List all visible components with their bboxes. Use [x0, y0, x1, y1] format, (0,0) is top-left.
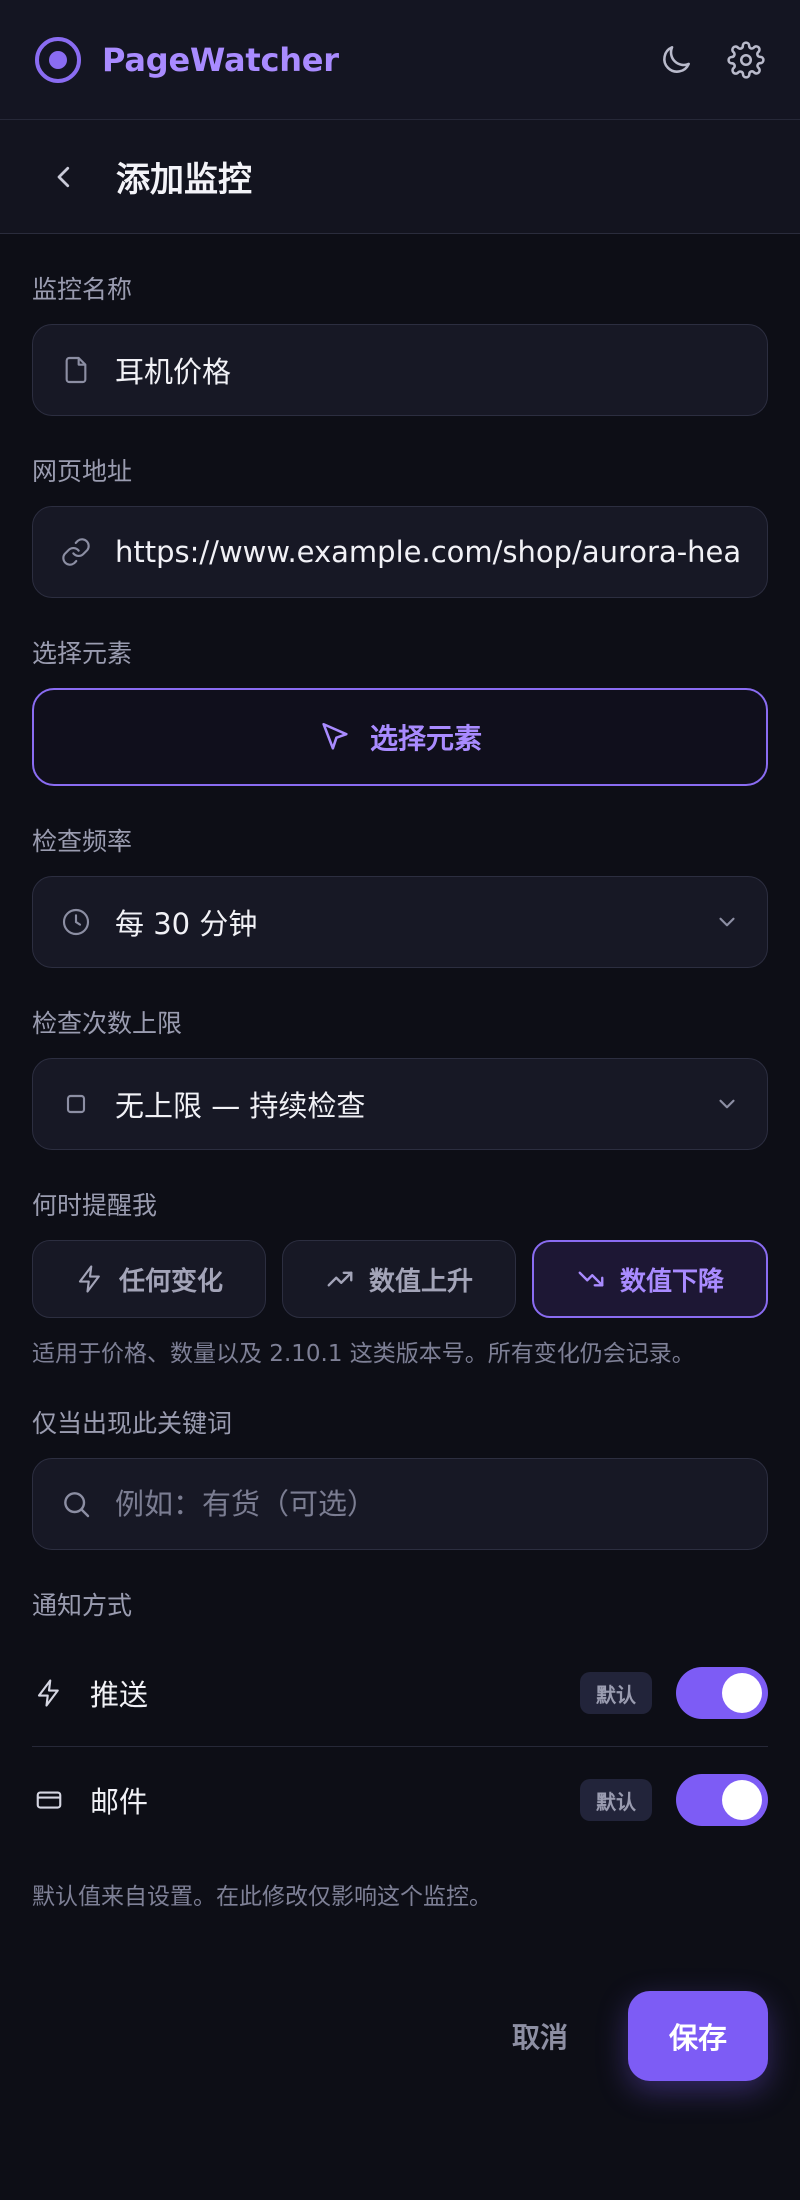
page-title: 添加监控: [116, 160, 252, 200]
theme-toggle-button[interactable]: [654, 38, 698, 82]
alert-hint: 适用于价格、数量以及 2.10.1 这类版本号。所有变化仍会记录。: [32, 1341, 695, 1367]
select-element-label: 选择元素: [369, 722, 482, 755]
select-element-button[interactable]: 选择元素: [32, 688, 768, 786]
alert-segmented-control: 任何变化 数值上升 数值下降: [32, 1240, 768, 1318]
frequency-select[interactable]: 每 30 分钟: [32, 876, 768, 968]
square-icon: [59, 1087, 93, 1121]
title-bar: 添加监控: [0, 120, 800, 234]
chevron-down-icon: [713, 908, 741, 936]
save-button[interactable]: 保存: [628, 1991, 768, 2081]
cancel-button[interactable]: 取消: [488, 1996, 592, 2076]
bolt-icon: [32, 1676, 66, 1710]
keyword-label: 仅当出现此关键词: [32, 1409, 233, 1438]
alert-option-label: 任何变化: [118, 1266, 223, 1297]
alert-label: 何时提醒我: [32, 1191, 158, 1220]
clock-icon: [59, 905, 93, 939]
trend-up-icon: [327, 1271, 353, 1287]
alert-option-decrease[interactable]: 数值下降: [532, 1240, 768, 1318]
notify-push-label: 推送: [90, 1678, 149, 1712]
app-root: PageWatcher 添加监控 监控名称 耳机价格 网页地址 https://…: [0, 0, 800, 2200]
default-badge: 默认: [580, 1779, 652, 1821]
element-label: 选择元素: [32, 639, 133, 668]
notify-email-label: 邮件: [90, 1785, 149, 1819]
keyword-field[interactable]: [32, 1458, 768, 1550]
back-button[interactable]: [40, 153, 88, 201]
url-label: 网页地址: [32, 457, 133, 486]
keyword-input[interactable]: [115, 1487, 741, 1521]
bolt-icon: [78, 1265, 100, 1293]
email-toggle[interactable]: [676, 1774, 768, 1826]
trend-down-icon: [578, 1271, 604, 1287]
chevron-down-icon: [713, 1090, 741, 1118]
settings-button[interactable]: [724, 38, 768, 82]
notify-row-push: 推送 默认: [32, 1640, 768, 1746]
alert-option-label: 数值上升: [368, 1266, 473, 1297]
alert-option-any-change[interactable]: 任何变化: [32, 1240, 266, 1318]
top-actions: [654, 38, 768, 82]
form-actions: 取消 保存: [32, 1991, 768, 2081]
frequency-value: 每 30 分钟: [115, 907, 258, 941]
notify-label: 通知方式: [32, 1591, 133, 1620]
gear-icon: [727, 40, 765, 79]
alert-option-label: 数值下降: [619, 1266, 724, 1297]
cursor-icon: [322, 722, 348, 750]
name-value: 耳机价格: [115, 355, 232, 389]
top-bar: PageWatcher: [0, 0, 800, 120]
default-badge: 默认: [580, 1672, 652, 1714]
notify-row-email: 邮件 默认: [32, 1747, 768, 1853]
moon-icon: [663, 45, 690, 73]
name-field[interactable]: 耳机价格: [32, 324, 768, 416]
frequency-label: 检查频率: [32, 827, 133, 856]
url-value: https://www.example.com/shop/aurora-head…: [115, 535, 741, 569]
limit-value: 无上限 — 持续检查: [115, 1089, 366, 1123]
search-icon: [59, 1487, 93, 1521]
limit-select[interactable]: 无上限 — 持续检查: [32, 1058, 768, 1150]
document-icon: [59, 353, 93, 387]
chevron-left-icon: [57, 166, 70, 187]
link-icon: [59, 535, 93, 569]
card-icon: [32, 1783, 66, 1817]
url-field[interactable]: https://www.example.com/shop/aurora-head…: [32, 506, 768, 598]
brand-name: PageWatcher: [102, 40, 339, 79]
toggle-knob: [722, 1673, 762, 1713]
push-toggle[interactable]: [676, 1667, 768, 1719]
notify-hint: 默认值来自设置。在此修改仅影响这个监控。: [32, 1884, 492, 1910]
toggle-knob: [722, 1780, 762, 1820]
alert-option-increase[interactable]: 数值上升: [282, 1240, 516, 1318]
logo-icon: [35, 36, 81, 83]
monitor-form: 监控名称 耳机价格 网页地址 https://www.example.com/s…: [0, 270, 800, 2081]
limit-label: 检查次数上限: [32, 1009, 183, 1038]
name-label: 监控名称: [32, 275, 133, 304]
